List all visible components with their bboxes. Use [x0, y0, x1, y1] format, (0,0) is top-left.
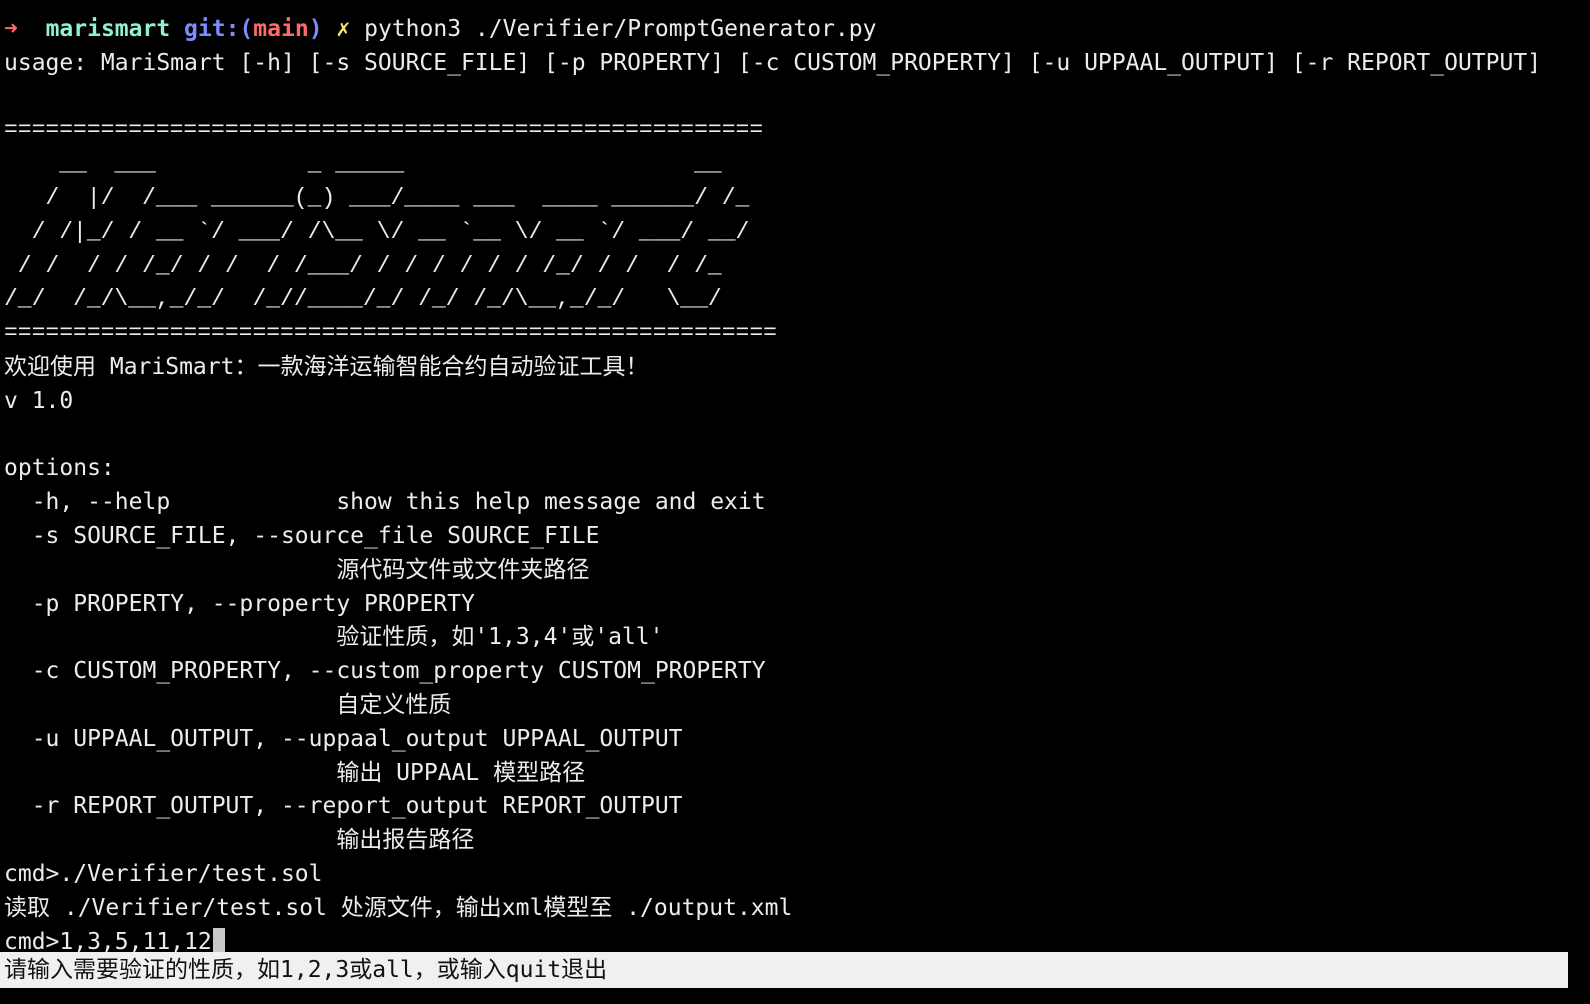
prompt-command: python3 ./Verifier/PromptGenerator.py [364, 16, 877, 42]
option-report-line: -r REPORT_OUTPUT, --report_output REPORT… [4, 793, 683, 820]
welcome-message: 欢迎使用 MariSmart：一款海洋运输智能合约自动验证工具！ [4, 353, 649, 380]
status-bar: 请输入需要验证的性质，如1,2,3或all，或输入quit退出 [0, 952, 1568, 988]
option-uppaal-line: -u UPPAAL_OUTPUT, --uppaal_output UPPAAL… [4, 725, 683, 752]
option-help-line: -h, --help show this help message and ex… [4, 489, 766, 516]
cmd-input[interactable]: 1,3,5,11,12 [59, 929, 211, 955]
banner-rule-top: ========================================… [4, 117, 764, 144]
option-uppaal-desc: 输出 UPPAAL 模型路径 [4, 759, 586, 786]
prompt-arrow-icon: ➜ [4, 16, 18, 42]
prompt-branch: main [253, 16, 309, 42]
option-custom-line: -c CUSTOM_PROPERTY, --custom_property CU… [4, 658, 766, 685]
banner-art-line: /_/ /_/\__,_/_/ /_//____/_/ /_/ /_/\__,_… [4, 286, 722, 313]
option-custom-desc: 自定义性质 [4, 691, 452, 718]
version-label: v 1.0 [4, 387, 74, 414]
session-output-line: 读取 ./Verifier/test.sol 处源文件，输出xml模型至 ./o… [4, 894, 793, 921]
option-property-desc: 验证性质，如'1,3,4'或'all' [4, 624, 664, 651]
options-header: options: [4, 455, 115, 482]
shell-prompt-line: ➜ marismart git:(main) ✗ python3 ./Verif… [0, 13, 1590, 47]
banner-rule-bottom: ========================================… [4, 320, 777, 347]
banner-art-line: __ ___ _ _____ __ [4, 151, 722, 178]
prompt-git-label: git:( [184, 16, 254, 42]
banner-art-line: / /|_/ / __ `/ ___/ /\__ \/ __ `__ \/ __… [4, 218, 750, 245]
prompt-directory: marismart [45, 16, 171, 42]
option-source-desc: 源代码文件或文件夹路径 [4, 556, 590, 583]
option-report-desc: 输出报告路径 [4, 827, 475, 854]
option-property-line: -p PROPERTY, --property PROPERTY [4, 590, 475, 617]
cmd-prompt: cmd> [4, 928, 60, 955]
banner-art-line: / / / / /_/ / / / /___/ / / / / / / /_/ … [4, 252, 722, 279]
session-command-line: cmd>./Verifier/test.sol [4, 860, 323, 887]
prompt-git-close: ) [308, 16, 323, 42]
usage-line: usage: MariSmart [-h] [-s SOURCE_FILE] [… [4, 49, 1542, 76]
prompt-dirty-icon: ✗ [336, 16, 351, 42]
terminal-window[interactable]: ➜ marismart git:(main) ✗ python3 ./Verif… [0, 0, 1590, 1004]
banner-art-line: / |/ /___ ______(_) ___/____ ___ ____ __… [4, 184, 750, 211]
option-source-line: -s SOURCE_FILE, --source_file SOURCE_FIL… [4, 522, 600, 549]
